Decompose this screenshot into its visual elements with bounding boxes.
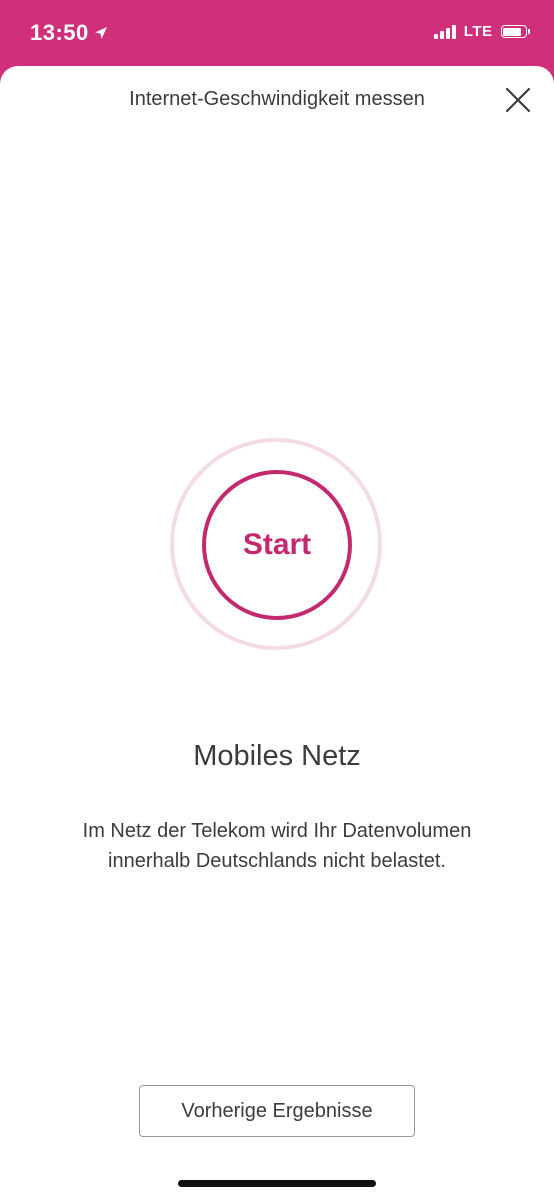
home-indicator[interactable] bbox=[178, 1180, 376, 1187]
speed-test-sheet: Internet-Geschwindigkeit messen Start Mo… bbox=[0, 66, 554, 1200]
signal-icon bbox=[433, 24, 458, 39]
page-title: Internet-Geschwindigkeit messen bbox=[129, 88, 425, 110]
status-bar: 13:50 LTE bbox=[0, 0, 554, 66]
battery-icon bbox=[500, 25, 527, 38]
clock: 13:50 bbox=[30, 20, 89, 45]
network-title: Mobiles Netz bbox=[193, 740, 361, 772]
previous-results-button[interactable]: Vorherige Ergebnisse bbox=[139, 1085, 415, 1137]
location-arrow-icon bbox=[94, 27, 107, 39]
battery-cap bbox=[528, 29, 530, 34]
network-type: LTE bbox=[463, 23, 493, 40]
network-description: Im Netz der Telekom wird Ihr Datenvolume… bbox=[82, 820, 472, 872]
battery-fill bbox=[503, 27, 521, 36]
close-icon bbox=[505, 87, 531, 113]
close-button[interactable] bbox=[504, 86, 532, 114]
start-button[interactable]: Start bbox=[202, 470, 352, 620]
status-time: 13:50 bbox=[30, 20, 108, 46]
start-label: Start bbox=[242, 528, 312, 561]
status-indicators: LTE bbox=[433, 23, 530, 40]
